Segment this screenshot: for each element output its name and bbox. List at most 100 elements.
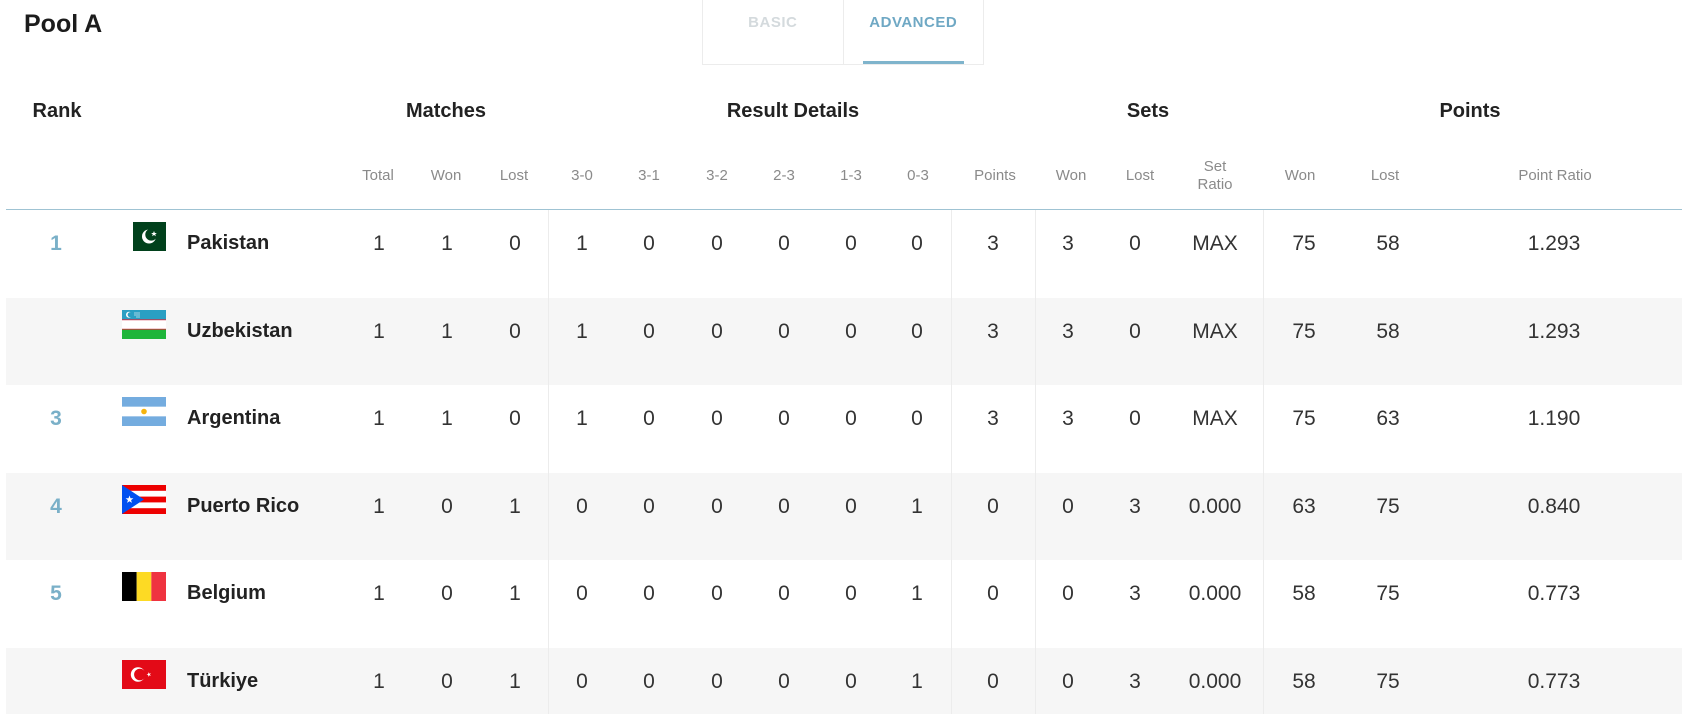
result-3-1-cell: 0 — [643, 582, 655, 605]
col-header-points-lost[interactable]: Lost — [1371, 167, 1399, 185]
pool-title: Pool A — [24, 10, 103, 38]
uzbekistan-flag-icon — [122, 309, 166, 339]
col-header-1-3[interactable]: 1-3 — [840, 167, 862, 185]
point-ratio-cell: 1.293 — [1527, 319, 1581, 343]
country-name[interactable]: Puerto Rico — [187, 495, 299, 518]
col-header-total[interactable]: Total — [362, 167, 394, 185]
set-ratio-cell: MAX — [1192, 232, 1238, 255]
table-row[interactable]: Türkiye 1 0 1 0 0 0 0 0 1 0 0 3 0.000 58… — [6, 647, 1682, 714]
rank-cell: 5 — [50, 582, 62, 605]
tab-advanced[interactable]: ADVANCED — [844, 0, 984, 64]
col-header-3-0[interactable]: 3-0 — [571, 167, 593, 185]
points-group-header: Points — [1439, 100, 1501, 122]
result-3-1-cell: 0 — [643, 232, 655, 255]
result-0-3-cell: 0 — [911, 319, 923, 343]
table-row[interactable]: 1 Pakistan 1 1 0 1 0 0 0 0 0 3 3 0 MAX 7… — [6, 210, 1682, 298]
country-name[interactable]: Uzbekistan — [187, 320, 293, 343]
col-header-set-ratio-line2: Ratio — [1197, 176, 1233, 193]
result-3-2-cell: 0 — [711, 407, 723, 430]
matches-lost-cell: 0 — [509, 232, 521, 255]
result-3-0-cell: 0 — [576, 494, 588, 518]
sets-won-cell: 3 — [1062, 407, 1074, 430]
matches-group-header: Matches — [405, 100, 487, 122]
rank-cell: 1 — [50, 232, 62, 255]
matches-lost-cell: 1 — [509, 494, 521, 518]
points-cell: 3 — [987, 319, 999, 343]
country-name[interactable]: Belgium — [187, 582, 266, 605]
country-name[interactable]: Türkiye — [187, 670, 258, 693]
matches-lost-cell: 1 — [509, 669, 521, 693]
result-2-3-cell: 0 — [778, 582, 790, 605]
result-0-3-cell: 1 — [911, 494, 923, 518]
matches-won-cell: 0 — [441, 669, 453, 693]
matches-total-cell: 1 — [373, 232, 385, 255]
result-0-3-cell: 0 — [911, 232, 923, 255]
points-won-cell: 75 — [1292, 232, 1316, 255]
matches-lost-cell: 0 — [509, 319, 521, 343]
tab-basic[interactable]: BASIC — [703, 0, 844, 64]
point-ratio-cell: 0.773 — [1527, 582, 1581, 605]
result-2-3-cell: 0 — [778, 407, 790, 430]
col-header-2-3[interactable]: 2-3 — [773, 167, 795, 185]
sets-lost-cell: 3 — [1129, 669, 1141, 693]
matches-won-cell: 1 — [441, 407, 453, 430]
result-3-2-cell: 0 — [711, 582, 723, 605]
col-header-set-ratio[interactable]: Set Ratio — [1197, 158, 1232, 194]
result-1-3-cell: 0 — [845, 407, 857, 430]
col-header-3-2[interactable]: 3-2 — [706, 167, 728, 185]
col-header-points-won[interactable]: Won — [1285, 167, 1316, 185]
sets-won-cell: 0 — [1062, 494, 1074, 518]
result-3-1-cell: 0 — [643, 494, 655, 518]
argentina-flag-icon — [122, 397, 166, 426]
col-header-won[interactable]: Won — [431, 167, 462, 185]
col-header-lost[interactable]: Lost — [500, 167, 528, 185]
points-lost-cell: 75 — [1376, 669, 1400, 693]
matches-won-cell: 0 — [441, 494, 453, 518]
result-0-3-cell: 1 — [911, 582, 923, 605]
points-won-cell: 75 — [1292, 319, 1316, 343]
result-3-2-cell: 0 — [711, 494, 723, 518]
matches-won-cell: 1 — [441, 319, 453, 343]
col-header-0-3[interactable]: 0-3 — [907, 167, 929, 185]
pakistan-flag-icon — [122, 222, 166, 251]
points-won-cell: 63 — [1292, 494, 1316, 518]
country-name[interactable]: Pakistan — [187, 232, 269, 255]
matches-won-cell: 0 — [441, 582, 453, 605]
table-row[interactable]: Uzbekistan 1 1 0 1 0 0 0 0 0 3 3 0 MAX 7… — [6, 297, 1682, 385]
col-header-sets-lost[interactable]: Lost — [1126, 167, 1154, 185]
result-2-3-cell: 0 — [778, 494, 790, 518]
table-row[interactable]: 3 Argentina 1 1 0 1 0 0 0 0 0 3 3 0 MAX … — [6, 385, 1682, 473]
sets-group-header: Sets — [1126, 100, 1170, 122]
set-ratio-cell: MAX — [1192, 319, 1238, 343]
result-3-0-cell: 1 — [576, 232, 588, 255]
col-header-point-ratio[interactable]: Point Ratio — [1518, 167, 1591, 185]
result-3-0-cell: 1 — [576, 407, 588, 430]
point-ratio-cell: 1.190 — [1527, 407, 1581, 430]
result-3-2-cell: 0 — [711, 319, 723, 343]
col-header-points[interactable]: Points — [974, 167, 1016, 185]
points-won-cell: 58 — [1292, 669, 1316, 693]
result-3-2-cell: 0 — [711, 232, 723, 255]
rank-cell: 3 — [50, 407, 62, 430]
col-header-sets-won[interactable]: Won — [1056, 167, 1087, 185]
column-divider — [951, 210, 952, 714]
matches-won-cell: 1 — [441, 232, 453, 255]
points-won-cell: 58 — [1292, 582, 1316, 605]
points-won-cell: 75 — [1292, 407, 1316, 430]
matches-lost-cell: 0 — [509, 407, 521, 430]
country-name[interactable]: Argentina — [187, 407, 280, 430]
sets-won-cell: 0 — [1062, 669, 1074, 693]
table-row[interactable]: 4 Puerto Rico 1 0 1 0 0 0 0 0 1 0 0 3 0.… — [6, 472, 1682, 560]
belgium-flag-icon — [122, 572, 166, 601]
point-ratio-cell: 1.293 — [1527, 232, 1581, 255]
points-lost-cell: 58 — [1376, 319, 1400, 343]
col-header-3-1[interactable]: 3-1 — [638, 167, 660, 185]
turkiye-flag-icon — [122, 659, 166, 689]
rank-group-header: Rank — [32, 100, 82, 122]
result-3-1-cell: 0 — [643, 319, 655, 343]
result-3-0-cell: 0 — [576, 669, 588, 693]
table-row[interactable]: 5 Belgium 1 0 1 0 0 0 0 0 1 0 0 3 0.000 … — [6, 560, 1682, 648]
point-ratio-cell: 0.773 — [1527, 669, 1581, 693]
sets-won-cell: 3 — [1062, 319, 1074, 343]
result-2-3-cell: 0 — [778, 232, 790, 255]
